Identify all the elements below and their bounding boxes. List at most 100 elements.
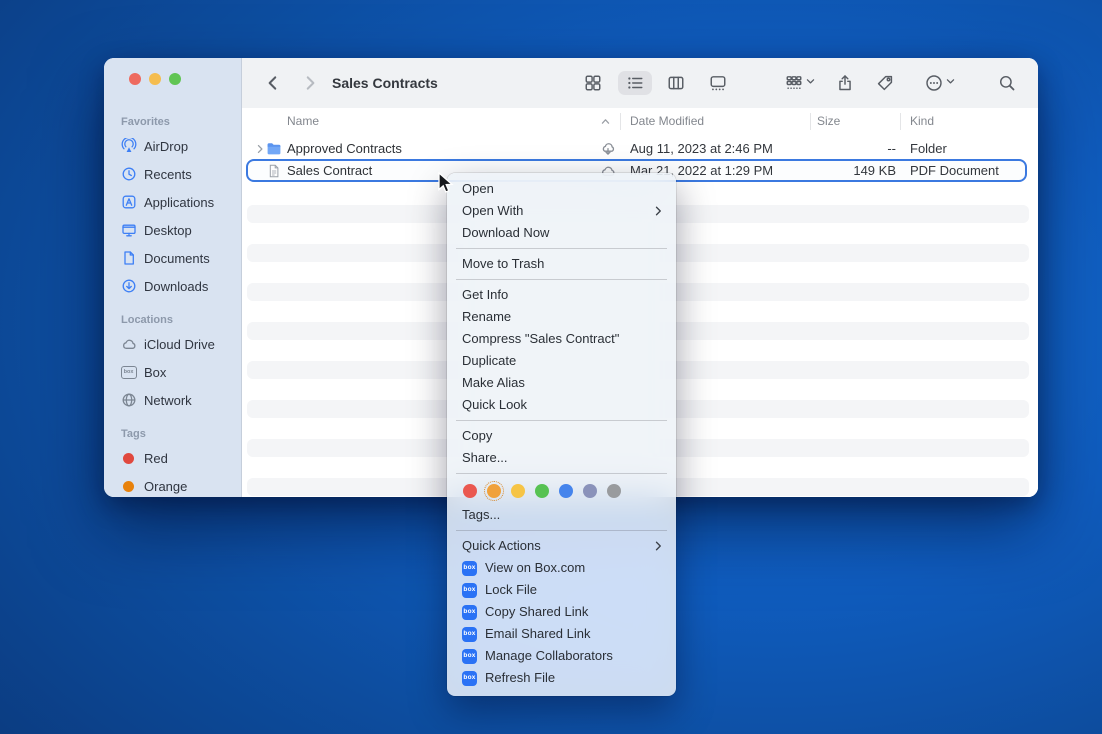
menu-item-move-to-trash[interactable]: Move to Trash — [447, 253, 676, 275]
tag-color-dot[interactable] — [607, 484, 621, 498]
sidebar-item-icloud-drive[interactable]: iCloud Drive — [104, 330, 241, 358]
toolbar: Sales Contracts — [242, 58, 1038, 109]
menu-item-tags[interactable]: Tags... — [447, 504, 676, 526]
menu-item-label: Quick Actions — [462, 535, 652, 557]
tags-button[interactable] — [870, 71, 900, 95]
menu-item-quick-actions[interactable]: Quick Actions — [447, 535, 676, 557]
menu-item-label: Download Now — [462, 222, 664, 244]
sidebar-item-label: Box — [144, 365, 166, 380]
zoom-button[interactable] — [169, 73, 181, 85]
sidebar-item-label: Network — [144, 393, 192, 408]
menu-item-label: Open With — [462, 200, 652, 222]
sidebar-item-label: Desktop — [144, 223, 192, 238]
sidebar-item-label: Downloads — [144, 279, 208, 294]
group-by-button[interactable] — [778, 71, 822, 95]
column-header-kind[interactable]: Kind — [910, 108, 934, 135]
menu-item-open-with[interactable]: Open With — [447, 200, 676, 222]
sidebar-item-recents[interactable]: Recents — [104, 160, 241, 188]
menu-item-label: Lock File — [485, 579, 664, 601]
tag-color-dot[interactable] — [559, 484, 573, 498]
menu-item-rename[interactable]: Rename — [447, 306, 676, 328]
column-divider[interactable] — [900, 113, 901, 130]
sidebar-item-airdrop[interactable]: AirDrop — [104, 132, 241, 160]
menu-tag-colors — [447, 478, 676, 504]
sidebar-item-label: Documents — [144, 251, 210, 266]
menu-item-label: Refresh File — [485, 667, 664, 689]
column-header-date[interactable]: Date Modified — [630, 108, 704, 135]
sidebar-item-desktop[interactable]: Desktop — [104, 216, 241, 244]
menu-item-open[interactable]: Open — [447, 178, 676, 200]
menu-item-copy[interactable]: Copy — [447, 425, 676, 447]
column-view-button[interactable] — [661, 71, 691, 95]
menu-item-duplicate[interactable]: Duplicate — [447, 350, 676, 372]
menu-item-make-alias[interactable]: Make Alias — [447, 372, 676, 394]
forward-button[interactable] — [295, 71, 325, 95]
menu-item-compress-sales-contract[interactable]: Compress "Sales Contract" — [447, 328, 676, 350]
back-button[interactable] — [258, 71, 288, 95]
search-button[interactable] — [992, 71, 1022, 95]
window-title: Sales Contracts — [332, 58, 438, 108]
sidebar-item-red[interactable]: Red — [104, 444, 241, 472]
menu-separator — [456, 279, 667, 280]
minimize-button[interactable] — [149, 73, 161, 85]
menu-item-label: Duplicate — [462, 350, 664, 372]
menu-item-label: Share... — [462, 447, 664, 469]
menu-item-refresh-file[interactable]: boxRefresh File — [447, 667, 676, 689]
menu-item-lock-file[interactable]: boxLock File — [447, 579, 676, 601]
tag-color-icon — [120, 478, 137, 495]
chevron-down-icon — [945, 74, 956, 92]
menu-item-manage-collaborators[interactable]: boxManage Collaborators — [447, 645, 676, 667]
chevron-down-icon — [805, 74, 816, 92]
applications-icon — [120, 194, 137, 211]
close-button[interactable] — [129, 73, 141, 85]
column-header-size[interactable]: Size — [817, 108, 840, 135]
gallery-view-button[interactable] — [703, 71, 733, 95]
menu-item-quick-look[interactable]: Quick Look — [447, 394, 676, 416]
file-kind: PDF Document — [910, 160, 999, 181]
sidebar-item-label: Red — [144, 451, 168, 466]
sidebar-item-applications[interactable]: Applications — [104, 188, 241, 216]
sidebar-item-documents[interactable]: Documents — [104, 244, 241, 272]
menu-item-get-info[interactable]: Get Info — [447, 284, 676, 306]
list-view-button[interactable] — [618, 71, 652, 95]
sort-ascending-icon — [600, 108, 611, 135]
column-divider[interactable] — [620, 113, 621, 130]
sidebar-item-downloads[interactable]: Downloads — [104, 272, 241, 300]
more-actions-button[interactable] — [918, 71, 962, 95]
file-size: 149 KB — [802, 160, 896, 181]
table-row-approved-contracts[interactable]: Approved ContractsAug 11, 2023 at 2:46 P… — [242, 138, 1038, 159]
menu-item-download-now[interactable]: Download Now — [447, 222, 676, 244]
tag-color-dot[interactable] — [463, 484, 477, 498]
clock-icon — [120, 166, 137, 183]
column-header-name[interactable]: Name — [287, 108, 319, 135]
tag-color-dot[interactable] — [487, 484, 501, 498]
sidebar-section-label-tags: Tags — [104, 424, 241, 444]
menu-item-view-on-box-com[interactable]: boxView on Box.com — [447, 557, 676, 579]
sidebar-item-box[interactable]: boxBox — [104, 358, 241, 386]
tag-color-dot[interactable] — [583, 484, 597, 498]
menu-item-share[interactable]: Share... — [447, 447, 676, 469]
share-button[interactable] — [830, 71, 860, 95]
tag-color-dot[interactable] — [535, 484, 549, 498]
group-by-icon — [785, 74, 803, 92]
sidebar-item-label: AirDrop — [144, 139, 188, 154]
sidebar-item-label: iCloud Drive — [144, 337, 215, 352]
menu-item-label: Tags... — [462, 504, 664, 526]
sidebar-section-label-favorites: Favorites — [104, 112, 241, 132]
tag-color-dot[interactable] — [511, 484, 525, 498]
box-logo-icon: box — [462, 561, 477, 576]
column-divider[interactable] — [810, 113, 811, 130]
menu-item-label: Get Info — [462, 284, 664, 306]
menu-item-label: Compress "Sales Contract" — [462, 328, 664, 350]
menu-item-copy-shared-link[interactable]: boxCopy Shared Link — [447, 601, 676, 623]
sidebar-item-orange[interactable]: Orange — [104, 472, 241, 497]
icon-view-button[interactable] — [578, 71, 608, 95]
menu-item-email-shared-link[interactable]: boxEmail Shared Link — [447, 623, 676, 645]
menu-separator — [456, 420, 667, 421]
box-logo-icon: box — [462, 649, 477, 664]
file-name: Sales Contract — [287, 160, 372, 181]
file-size: -- — [802, 138, 896, 159]
sidebar-item-network[interactable]: Network — [104, 386, 241, 414]
box-logo-icon: box — [462, 627, 477, 642]
tag-color-icon — [120, 450, 137, 467]
